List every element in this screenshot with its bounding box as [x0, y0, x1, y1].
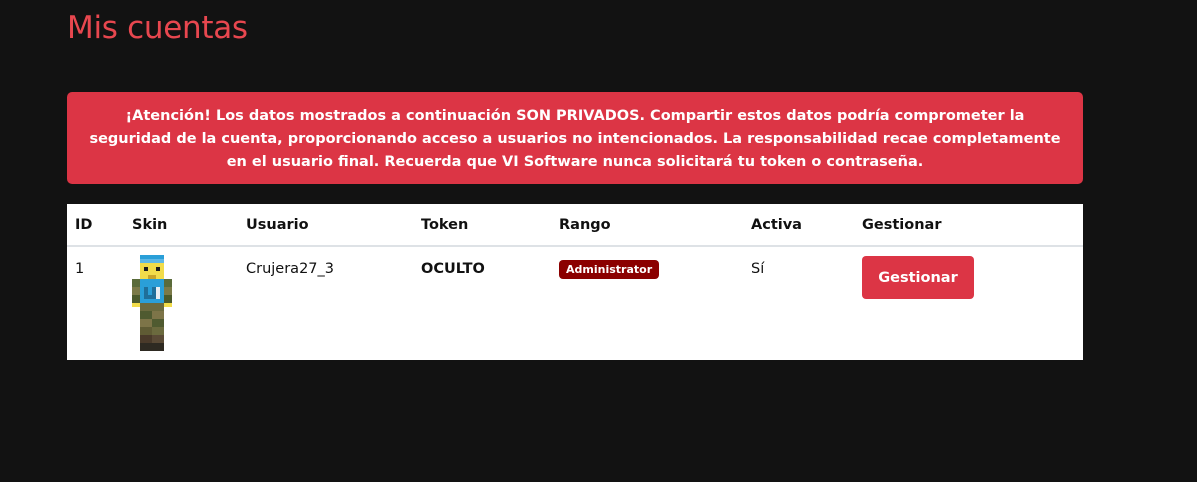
cell-user: Crujera27_3	[246, 261, 334, 277]
cell-skin	[124, 246, 238, 352]
header-user: Usuario	[238, 204, 413, 247]
cell-manage: Gestionar	[854, 246, 1083, 352]
header-id: ID	[67, 204, 124, 247]
alert-text: Los datos mostrados a continuación SON P…	[89, 108, 1061, 170]
header-skin: Skin	[124, 204, 238, 247]
accounts-table: ID Skin Usuario Token Rango Activa Gesti…	[67, 204, 1083, 352]
rank-badge: Administrator	[559, 260, 660, 279]
header-rank: Rango	[551, 204, 743, 247]
header-token: Token	[413, 204, 551, 247]
minecraft-skin-avatar-icon	[132, 255, 172, 351]
table-row: 1 Crujera27_3 OCULTO Administrator Sí Ge…	[67, 246, 1083, 352]
accounts-table-container: ID Skin Usuario Token Rango Activa Gesti…	[67, 204, 1083, 360]
cell-active: Sí	[751, 261, 765, 277]
cell-rank: Administrator	[551, 246, 743, 352]
cell-id: 1	[75, 261, 85, 277]
table-header-row: ID Skin Usuario Token Rango Activa Gesti…	[67, 204, 1083, 247]
privacy-alert: ¡Atención! Los datos mostrados a continu…	[67, 92, 1083, 184]
manage-button[interactable]: Gestionar	[862, 256, 974, 299]
header-manage: Gestionar	[854, 204, 1083, 247]
header-active: Activa	[743, 204, 854, 247]
alert-strong: ¡Atención!	[125, 108, 211, 124]
cell-token: OCULTO	[421, 261, 485, 277]
page-title: Mis cuentas	[67, 10, 248, 46]
